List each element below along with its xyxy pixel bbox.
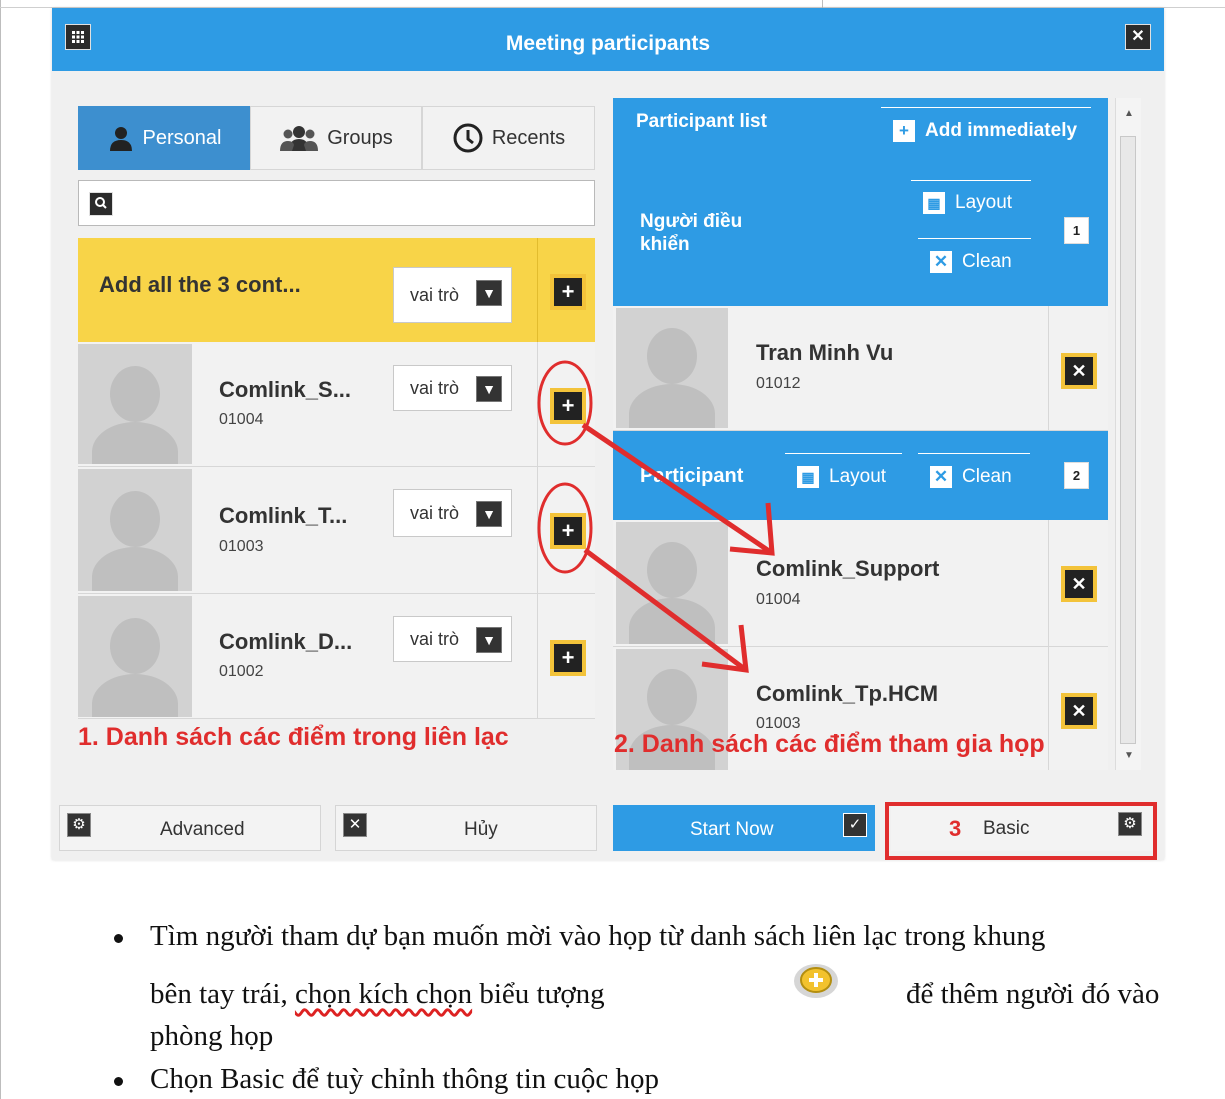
cancel-button[interactable]: ✕ Hủy — [335, 805, 597, 851]
start-now-label: Start Now — [690, 819, 774, 840]
instruction-line-2b: để thêm người đó vào — [906, 978, 1160, 1010]
x-icon: ✕ — [343, 813, 367, 837]
start-now-button[interactable]: Start Now ✓ — [613, 805, 875, 851]
cancel-label: Hủy — [464, 819, 498, 840]
instruction-text: biểu tượng — [472, 978, 605, 1010]
annotation-right: 2. Danh sách các điểm tham gia họp — [614, 730, 1045, 758]
annotation-left: 1. Danh sách các điểm trong liên lạc — [78, 723, 509, 751]
gear-icon: ⚙ — [67, 813, 91, 837]
bullet — [114, 934, 123, 943]
instruction-text: chọn kích chọn — [294, 978, 473, 1010]
bullet — [114, 1077, 123, 1086]
instruction-line-4: Chọn Basic để tuỳ chỉnh thông tin cuộc h… — [150, 1063, 660, 1095]
basic-highlight-box — [885, 802, 1157, 860]
arrow-line — [581, 422, 774, 556]
advanced-label: Advanced — [160, 819, 245, 840]
plus-circle-icon — [790, 962, 842, 1000]
arrow-line — [583, 547, 748, 673]
instruction-line-2: bên tay trái, chọn kích chọn biểu tượng — [150, 978, 605, 1011]
instruction-line-3: phòng họp — [150, 1020, 274, 1052]
circle-highlight — [537, 360, 593, 446]
check-icon: ✓ — [843, 813, 867, 837]
instruction-text: bên tay trái, — [150, 978, 295, 1010]
instruction-line-1: Tìm người tham dự bạn muốn mời vào họp t… — [150, 920, 1046, 952]
circle-highlight — [537, 482, 593, 574]
advanced-button[interactable]: ⚙ Advanced — [59, 805, 321, 851]
